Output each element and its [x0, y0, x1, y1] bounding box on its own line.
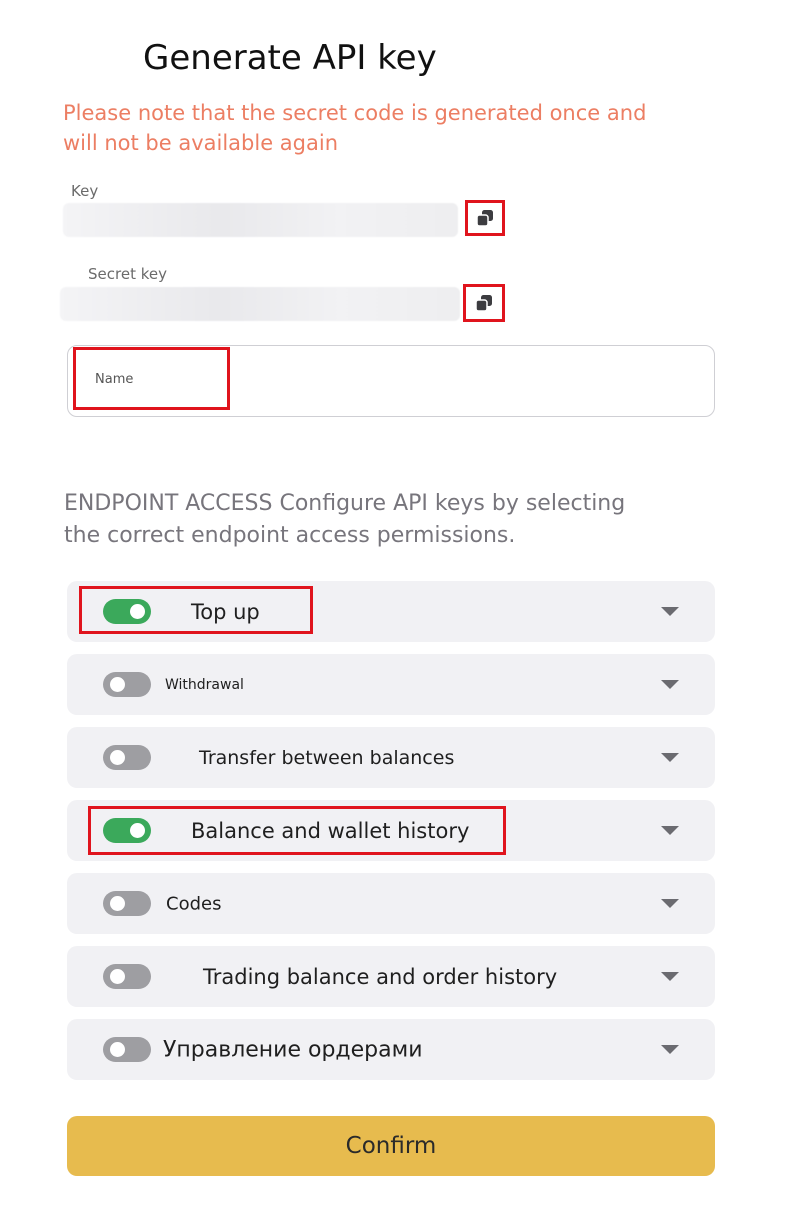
permission-label: Balance and wallet history: [191, 818, 470, 843]
key-label: Key: [71, 182, 99, 200]
toggle-switch-off[interactable]: [103, 964, 151, 989]
toggle-switch-on[interactable]: [103, 599, 151, 624]
secret-key-label: Secret key: [88, 265, 167, 283]
chevron-down-icon[interactable]: [661, 1045, 679, 1054]
toggle-knob: [110, 677, 125, 692]
secret-key-value-redacted: [60, 287, 460, 321]
toggle-switch-off[interactable]: [103, 1037, 151, 1062]
chevron-down-icon[interactable]: [661, 826, 679, 835]
chevron-down-icon[interactable]: [661, 680, 679, 689]
page-title: Generate API key: [143, 38, 437, 78]
chevron-down-icon[interactable]: [661, 607, 679, 616]
confirm-button[interactable]: Confirm: [67, 1116, 715, 1176]
copy-icon: [475, 295, 492, 312]
permission-row-codes[interactable]: Codes: [67, 873, 715, 934]
toggle-knob: [110, 750, 125, 765]
permission-label: Управление ордерами: [163, 1037, 423, 1062]
copy-secret-key-button[interactable]: [463, 284, 505, 322]
toggle-knob: [110, 969, 125, 984]
toggle-switch-off[interactable]: [103, 672, 151, 697]
permission-row-withdrawal[interactable]: Withdrawal: [67, 654, 715, 715]
permission-label: Codes: [166, 893, 222, 914]
permission-row-transfer[interactable]: Transfer between balances: [67, 727, 715, 788]
toggle-knob: [130, 604, 145, 619]
toggle-knob: [130, 823, 145, 838]
chevron-down-icon[interactable]: [661, 753, 679, 762]
name-input-placeholder: Name: [95, 372, 134, 387]
toggle-switch-on[interactable]: [103, 818, 151, 843]
endpoint-access-description: ENDPOINT ACCESS Configure API keys by se…: [64, 491, 626, 548]
toggle-knob: [110, 896, 125, 911]
key-value-redacted: [63, 203, 458, 237]
permission-label: Transfer between balances: [199, 746, 455, 769]
chevron-down-icon[interactable]: [661, 972, 679, 981]
permission-label: Trading balance and order history: [203, 964, 558, 989]
secret-warning-text: Please note that the secret code is gene…: [63, 101, 647, 155]
permission-row-order-management[interactable]: Управление ордерами: [67, 1019, 715, 1080]
copy-key-button[interactable]: [465, 200, 505, 236]
permission-label: Withdrawal: [165, 676, 244, 693]
toggle-switch-off[interactable]: [103, 745, 151, 770]
permission-row-balance-history[interactable]: Balance and wallet history: [67, 800, 715, 861]
permission-row-trading-history[interactable]: Trading balance and order history: [67, 946, 715, 1007]
copy-icon: [476, 210, 493, 227]
permission-row-top-up[interactable]: Top up: [67, 581, 715, 642]
permission-label: Top up: [191, 599, 260, 624]
chevron-down-icon[interactable]: [661, 899, 679, 908]
toggle-knob: [110, 1042, 125, 1057]
toggle-switch-off[interactable]: [103, 891, 151, 916]
